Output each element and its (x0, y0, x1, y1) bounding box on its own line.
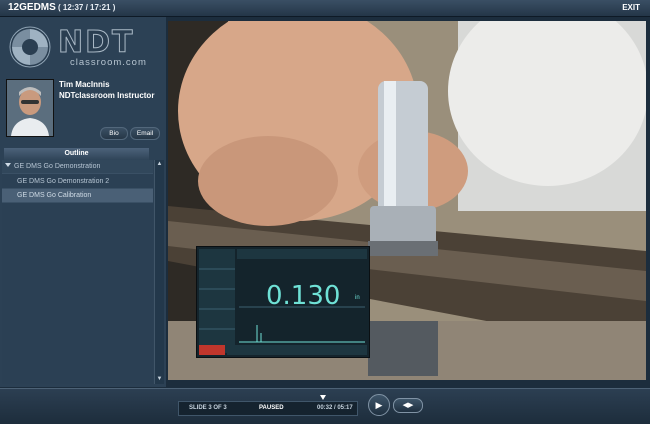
top-bar: 12GEDMS ( 12:37 / 17:21 ) EXIT (0, 0, 650, 17)
thickness-unit: in (355, 295, 360, 301)
outline-item-label: GE DMS Go Calibration (17, 192, 92, 199)
ndt-logo: NDT classroom.com (8, 23, 164, 71)
thickness-reading: 0.130 (266, 281, 341, 311)
time-readout: ( 12:37 / 17:21 ) (58, 3, 116, 12)
play-state: PAUSED (259, 405, 284, 411)
email-button[interactable]: Email (130, 127, 160, 140)
outline-scrollbar[interactable]: ▲ ▼ (154, 160, 164, 384)
outline-item-demonstration-2[interactable]: GE DMS Go Demonstration 2 (2, 175, 153, 189)
scroll-down-icon[interactable]: ▼ (155, 375, 164, 384)
instructor-role: NDTclassroom Instructor (59, 91, 155, 100)
slide-counter: SLIDE 3 OF 3 (189, 405, 227, 411)
scroll-up-icon[interactable]: ▲ (155, 160, 164, 169)
logo-subtitle: classroom.com (70, 57, 147, 68)
outline-item-calibration[interactable]: GE DMS Go Calibration (2, 189, 153, 203)
logo-wordmark: NDT (57, 25, 135, 61)
status-box: SLIDE 3 OF 3 PAUSED 00:32 / 05:17 (178, 401, 358, 416)
avatar (7, 80, 53, 136)
next-icon[interactable]: ▶ (408, 402, 413, 409)
outline-item-label: GE DMS Go Demonstration 2 (17, 178, 110, 185)
slide-nav-buttons[interactable]: ◀▶ (393, 398, 423, 413)
outline-item-label: GE DMS Go Demonstration (14, 163, 101, 170)
playhead-icon[interactable] (320, 395, 326, 400)
triangle-down-icon[interactable] (5, 163, 11, 167)
outline-item-demonstration[interactable]: GE DMS Go Demonstration (2, 160, 153, 174)
player-controls: SLIDE 3 OF 3 PAUSED 00:32 / 05:17 ▶ ◀▶ (0, 388, 650, 424)
exit-button[interactable]: EXIT (622, 3, 640, 12)
swirl-logo-icon (9, 26, 51, 68)
instructor-photo (6, 79, 54, 137)
bio-button[interactable]: Bio (100, 127, 128, 140)
play-icon: ▶ (375, 400, 383, 410)
sidebar: NDT classroom.com Tim MacInnis NDTclassr… (0, 17, 166, 387)
tab-outline[interactable]: Outline (4, 148, 149, 160)
course-title: 12GEDMS (8, 2, 56, 13)
outline-list: GE DMS Go Demonstration GE DMS Go Demons… (2, 160, 153, 384)
progress-time: 00:32 / 05:17 (317, 405, 353, 411)
play-button[interactable]: ▶ (368, 394, 390, 416)
instructor-name: Tim MacInnis (59, 80, 110, 89)
